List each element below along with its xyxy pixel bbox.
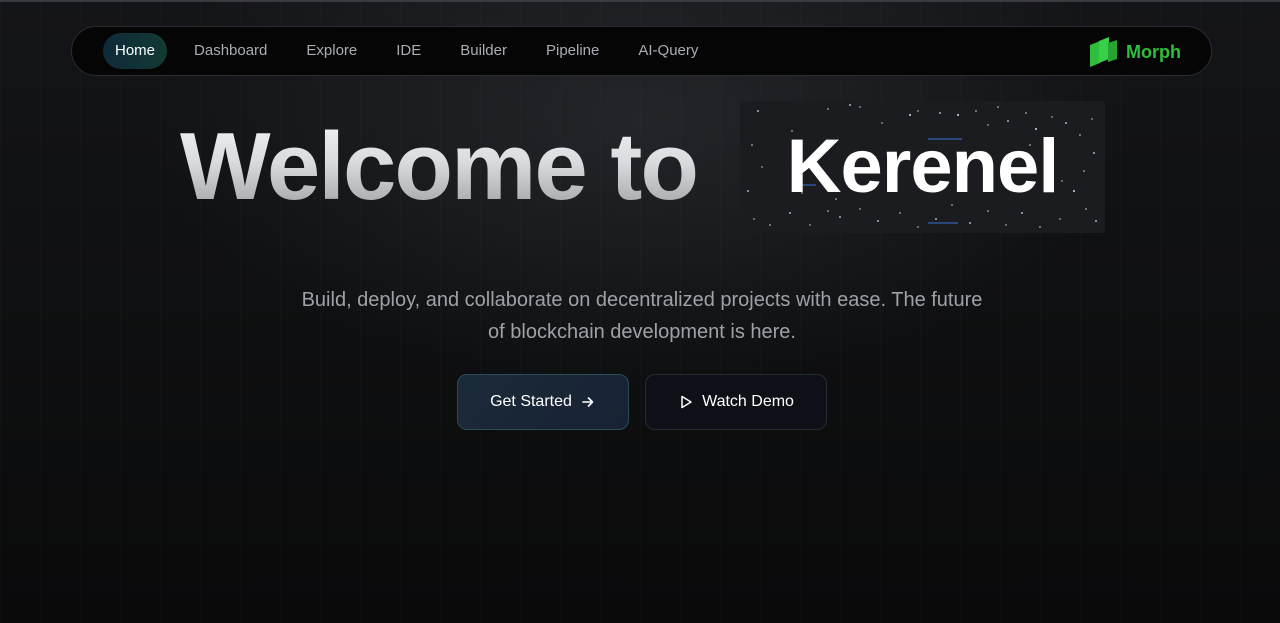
brand-link[interactable]: Morph (1088, 37, 1181, 67)
morph-logo-icon (1090, 37, 1118, 67)
watch-demo-label: Watch Demo (702, 393, 794, 410)
top-border (0, 0, 1280, 2)
nav-item-builder[interactable]: Builder (448, 33, 519, 69)
nav-item-pipeline[interactable]: Pipeline (534, 33, 611, 69)
navbar: Home Dashboard Explore IDE Builder Pipel… (71, 26, 1212, 76)
hero-title-highlight: Kerenel (786, 124, 1060, 209)
hero-title-prefix: Welcome to (180, 113, 699, 220)
play-icon (681, 395, 692, 409)
hero-title: Welcome to Kerenel (0, 100, 1280, 234)
brand-name: Morph (1126, 41, 1181, 62)
nav-item-ai-query[interactable]: AI-Query (626, 33, 710, 69)
hero-highlight-box: Kerenel (740, 101, 1105, 233)
nav-item-ide[interactable]: IDE (384, 33, 433, 69)
nav-items: Home Dashboard Explore IDE Builder Pipel… (103, 33, 725, 69)
arrow-right-icon (582, 397, 594, 407)
nav-item-dashboard[interactable]: Dashboard (182, 33, 279, 69)
nav-item-home[interactable]: Home (103, 33, 168, 69)
watch-demo-button[interactable]: Watch Demo (645, 374, 827, 430)
get-started-label: Get Started (490, 393, 572, 410)
hero-subtitle: Build, deploy, and collaborate on decent… (301, 289, 983, 343)
nav-item-explore[interactable]: Explore (294, 33, 369, 69)
get-started-button[interactable]: Get Started (457, 374, 629, 430)
